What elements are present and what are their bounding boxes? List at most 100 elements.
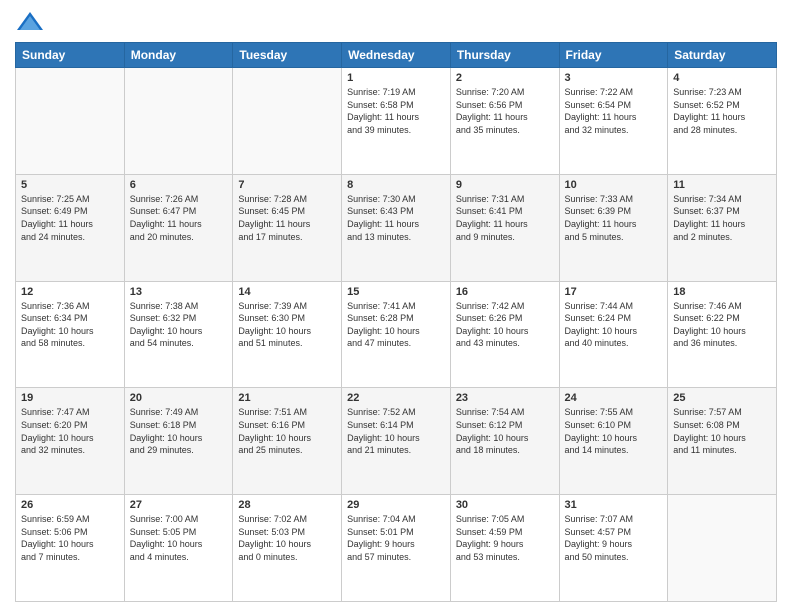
calendar-cell	[668, 495, 777, 602]
day-info: Sunrise: 7:42 AM Sunset: 6:26 PM Dayligh…	[456, 300, 554, 350]
day-info: Sunrise: 7:57 AM Sunset: 6:08 PM Dayligh…	[673, 406, 771, 456]
day-info: Sunrise: 7:25 AM Sunset: 6:49 PM Dayligh…	[21, 193, 119, 243]
day-number: 14	[238, 286, 336, 298]
day-info: Sunrise: 7:55 AM Sunset: 6:10 PM Dayligh…	[565, 406, 663, 456]
calendar-cell: 6Sunrise: 7:26 AM Sunset: 6:47 PM Daylig…	[124, 174, 233, 281]
day-info: Sunrise: 7:52 AM Sunset: 6:14 PM Dayligh…	[347, 406, 445, 456]
calendar-header-row: Sunday Monday Tuesday Wednesday Thursday…	[16, 43, 777, 68]
day-number: 29	[347, 499, 445, 511]
calendar-week-row: 1 Sunrise: 7:19 AM Sunset: 6:58 PM Daylig…	[16, 68, 777, 175]
calendar-table: Sunday Monday Tuesday Wednesday Thursday…	[15, 42, 777, 602]
day-info: Sunrise: 7:02 AM Sunset: 5:03 PM Dayligh…	[238, 513, 336, 563]
calendar-cell: 22Sunrise: 7:52 AM Sunset: 6:14 PM Dayli…	[342, 388, 451, 495]
calendar-cell: 30 Sunrise: 7:05 AM Sunset: 4:59 PM Dayli…	[450, 495, 559, 602]
day-info: Sunrise: 7:19 AM Sunset: 6:58 PM Dayligh…	[347, 86, 445, 136]
day-info: Sunrise: 7:33 AM Sunset: 6:39 PM Dayligh…	[565, 193, 663, 243]
day-number: 27	[130, 499, 228, 511]
day-number: 8	[347, 179, 445, 191]
col-sunday: Sunday	[16, 43, 125, 68]
calendar-cell: 12 Sunrise: 7:36 AM Sunset: 6:34 PM Dayli…	[16, 281, 125, 388]
header	[15, 10, 777, 34]
day-number: 9	[456, 179, 554, 191]
day-number: 10	[565, 179, 663, 191]
calendar-cell: 31 Sunrise: 7:07 AM Sunset: 4:57 PM Dayli…	[559, 495, 668, 602]
calendar-cell: 26 Sunrise: 6:59 AM Sunset: 5:06 PM Dayli…	[16, 495, 125, 602]
day-number: 7	[238, 179, 336, 191]
day-info: Sunrise: 7:46 AM Sunset: 6:22 PM Dayligh…	[673, 300, 771, 350]
calendar-cell: 9 Sunrise: 7:31 AM Sunset: 6:41 PM Daylig…	[450, 174, 559, 281]
day-number: 12	[21, 286, 119, 298]
calendar-cell: 11 Sunrise: 7:34 AM Sunset: 6:37 PM Dayli…	[668, 174, 777, 281]
day-info: Sunrise: 7:28 AM Sunset: 6:45 PM Dayligh…	[238, 193, 336, 243]
calendar-cell: 7 Sunrise: 7:28 AM Sunset: 6:45 PM Daylig…	[233, 174, 342, 281]
calendar-cell	[16, 68, 125, 175]
calendar-cell: 1 Sunrise: 7:19 AM Sunset: 6:58 PM Daylig…	[342, 68, 451, 175]
day-number: 19	[21, 392, 119, 404]
day-number: 6	[130, 179, 228, 191]
col-thursday: Thursday	[450, 43, 559, 68]
calendar-week-row: 19Sunrise: 7:47 AM Sunset: 6:20 PM Dayli…	[16, 388, 777, 495]
day-info: Sunrise: 7:23 AM Sunset: 6:52 PM Dayligh…	[673, 86, 771, 136]
col-saturday: Saturday	[668, 43, 777, 68]
day-info: Sunrise: 7:00 AM Sunset: 5:05 PM Dayligh…	[130, 513, 228, 563]
day-number: 26	[21, 499, 119, 511]
calendar-cell	[124, 68, 233, 175]
calendar-cell: 21 Sunrise: 7:51 AM Sunset: 6:16 PM Dayli…	[233, 388, 342, 495]
calendar-cell	[233, 68, 342, 175]
day-number: 31	[565, 499, 663, 511]
day-number: 28	[238, 499, 336, 511]
day-info: Sunrise: 7:31 AM Sunset: 6:41 PM Dayligh…	[456, 193, 554, 243]
day-info: Sunrise: 7:44 AM Sunset: 6:24 PM Dayligh…	[565, 300, 663, 350]
day-info: Sunrise: 7:41 AM Sunset: 6:28 PM Dayligh…	[347, 300, 445, 350]
calendar-cell: 18 Sunrise: 7:46 AM Sunset: 6:22 PM Dayli…	[668, 281, 777, 388]
day-info: Sunrise: 7:20 AM Sunset: 6:56 PM Dayligh…	[456, 86, 554, 136]
col-monday: Monday	[124, 43, 233, 68]
day-info: Sunrise: 6:59 AM Sunset: 5:06 PM Dayligh…	[21, 513, 119, 563]
calendar-cell: 14 Sunrise: 7:39 AM Sunset: 6:30 PM Dayli…	[233, 281, 342, 388]
day-number: 5	[21, 179, 119, 191]
day-number: 11	[673, 179, 771, 191]
logo	[15, 10, 49, 34]
day-number: 17	[565, 286, 663, 298]
day-info: Sunrise: 7:07 AM Sunset: 4:57 PM Dayligh…	[565, 513, 663, 563]
calendar-cell: 29 Sunrise: 7:04 AM Sunset: 5:01 PM Dayli…	[342, 495, 451, 602]
day-number: 30	[456, 499, 554, 511]
logo-icon	[15, 10, 45, 34]
day-info: Sunrise: 7:39 AM Sunset: 6:30 PM Dayligh…	[238, 300, 336, 350]
day-info: Sunrise: 7:36 AM Sunset: 6:34 PM Dayligh…	[21, 300, 119, 350]
day-number: 24	[565, 392, 663, 404]
calendar-cell: 13Sunrise: 7:38 AM Sunset: 6:32 PM Dayli…	[124, 281, 233, 388]
day-info: Sunrise: 7:04 AM Sunset: 5:01 PM Dayligh…	[347, 513, 445, 563]
day-number: 4	[673, 72, 771, 84]
day-number: 23	[456, 392, 554, 404]
calendar-cell: 8Sunrise: 7:30 AM Sunset: 6:43 PM Daylig…	[342, 174, 451, 281]
calendar-cell: 28 Sunrise: 7:02 AM Sunset: 5:03 PM Dayli…	[233, 495, 342, 602]
col-friday: Friday	[559, 43, 668, 68]
calendar-cell: 5 Sunrise: 7:25 AM Sunset: 6:49 PM Daylig…	[16, 174, 125, 281]
day-number: 3	[565, 72, 663, 84]
day-info: Sunrise: 7:54 AM Sunset: 6:12 PM Dayligh…	[456, 406, 554, 456]
col-tuesday: Tuesday	[233, 43, 342, 68]
day-info: Sunrise: 7:34 AM Sunset: 6:37 PM Dayligh…	[673, 193, 771, 243]
day-number: 13	[130, 286, 228, 298]
calendar-cell: 15Sunrise: 7:41 AM Sunset: 6:28 PM Dayli…	[342, 281, 451, 388]
calendar-cell: 20 Sunrise: 7:49 AM Sunset: 6:18 PM Dayli…	[124, 388, 233, 495]
calendar-cell: 16Sunrise: 7:42 AM Sunset: 6:26 PM Dayli…	[450, 281, 559, 388]
calendar-cell: 23 Sunrise: 7:54 AM Sunset: 6:12 PM Dayli…	[450, 388, 559, 495]
day-number: 21	[238, 392, 336, 404]
calendar-cell: 17 Sunrise: 7:44 AM Sunset: 6:24 PM Dayli…	[559, 281, 668, 388]
calendar-cell: 10 Sunrise: 7:33 AM Sunset: 6:39 PM Dayli…	[559, 174, 668, 281]
calendar-week-row: 12 Sunrise: 7:36 AM Sunset: 6:34 PM Dayli…	[16, 281, 777, 388]
day-info: Sunrise: 7:22 AM Sunset: 6:54 PM Dayligh…	[565, 86, 663, 136]
calendar-cell: 24 Sunrise: 7:55 AM Sunset: 6:10 PM Dayli…	[559, 388, 668, 495]
day-number: 18	[673, 286, 771, 298]
calendar-cell: 25Sunrise: 7:57 AM Sunset: 6:08 PM Dayli…	[668, 388, 777, 495]
day-info: Sunrise: 7:51 AM Sunset: 6:16 PM Dayligh…	[238, 406, 336, 456]
day-info: Sunrise: 7:49 AM Sunset: 6:18 PM Dayligh…	[130, 406, 228, 456]
calendar-cell: 19Sunrise: 7:47 AM Sunset: 6:20 PM Dayli…	[16, 388, 125, 495]
page: Sunday Monday Tuesday Wednesday Thursday…	[0, 0, 792, 612]
day-number: 20	[130, 392, 228, 404]
day-info: Sunrise: 7:05 AM Sunset: 4:59 PM Dayligh…	[456, 513, 554, 563]
day-number: 1	[347, 72, 445, 84]
calendar-week-row: 5 Sunrise: 7:25 AM Sunset: 6:49 PM Daylig…	[16, 174, 777, 281]
